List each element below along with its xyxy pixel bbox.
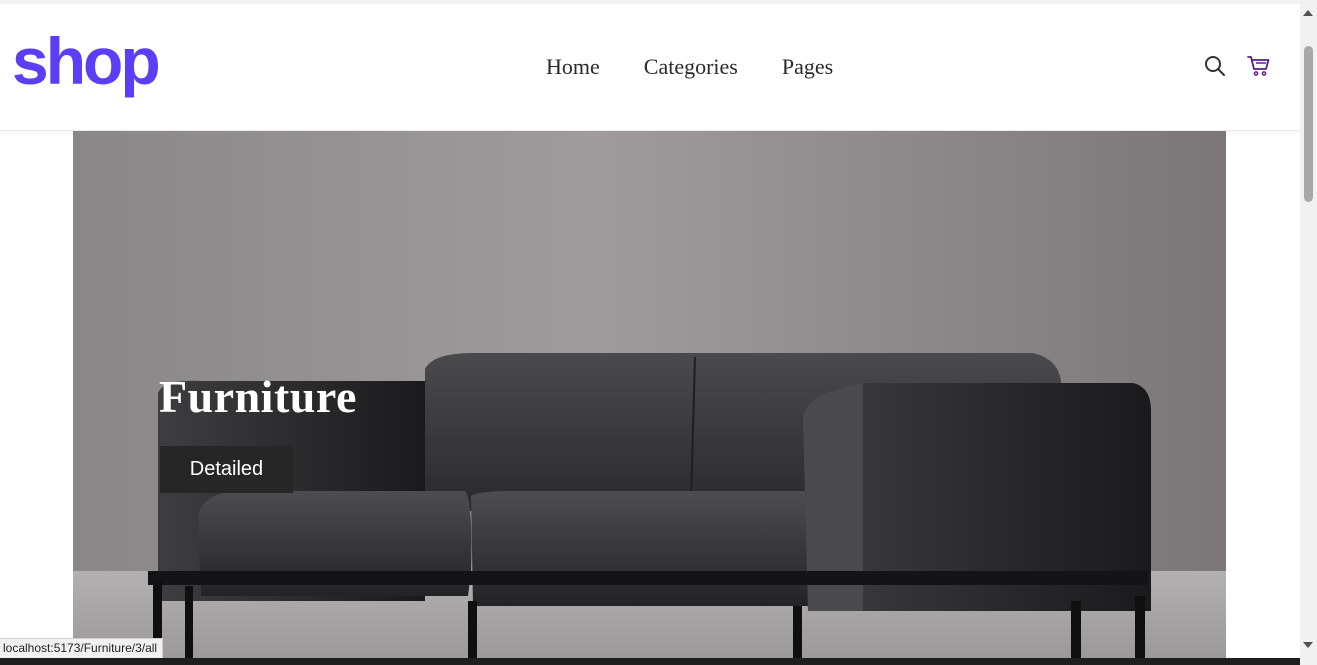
- hero-banner: Furniture Detailed: [73, 131, 1226, 658]
- browser-viewport: shop Home Categories Pages Furniture Det…: [0, 0, 1317, 665]
- nav-home[interactable]: Home: [546, 54, 600, 80]
- status-bar-url: localhost:5173/Furniture/3/all: [0, 638, 164, 659]
- header-icons: [1203, 54, 1271, 78]
- nav-pages[interactable]: Pages: [782, 54, 833, 80]
- cart-icon[interactable]: [1247, 54, 1271, 78]
- site-header: shop Home Categories Pages: [0, 4, 1300, 131]
- hero-title: Furniture: [159, 371, 357, 422]
- shop-logo[interactable]: shop: [12, 32, 184, 104]
- logo-text: shop: [12, 32, 158, 98]
- search-icon[interactable]: [1203, 54, 1227, 78]
- detailed-button[interactable]: Detailed: [160, 446, 293, 493]
- main-nav: Home Categories Pages: [546, 54, 833, 80]
- nav-categories[interactable]: Categories: [644, 54, 738, 80]
- scroll-down-arrow-icon[interactable]: [1303, 642, 1313, 648]
- scroll-thumb[interactable]: [1304, 46, 1313, 202]
- scroll-up-arrow-icon[interactable]: [1303, 10, 1313, 16]
- bottom-edge: [0, 658, 1300, 665]
